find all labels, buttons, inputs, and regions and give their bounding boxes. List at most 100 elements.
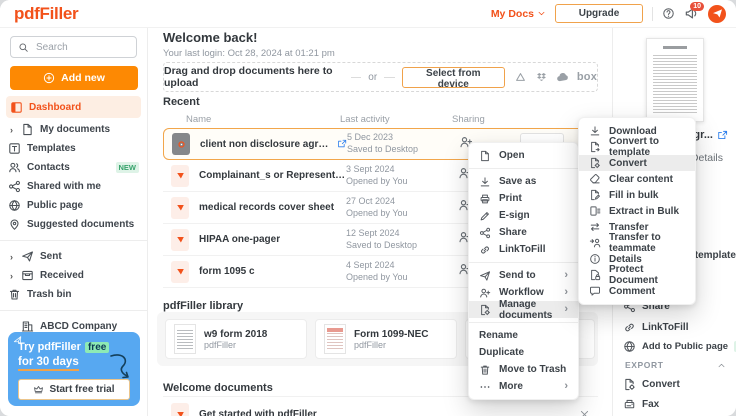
library-card[interactable]: Form 1099-NEC pdfFiller	[315, 319, 457, 359]
crown-icon	[33, 384, 44, 395]
globe-icon	[8, 199, 21, 212]
person-plus-icon	[479, 287, 491, 299]
context-menu-item[interactable]: Send to ›	[469, 267, 578, 284]
search-input[interactable]	[34, 41, 129, 54]
search-box[interactable]	[10, 36, 137, 58]
pdffiller-logo: pdfFiller	[14, 4, 78, 24]
document-thumbnail	[174, 324, 196, 354]
add-new-label: Add new	[61, 72, 105, 84]
sidebar-item[interactable]: Contacts NEW	[0, 158, 147, 177]
paper-plane-icon	[712, 8, 723, 19]
context-menu-item[interactable]: Share	[469, 224, 578, 241]
expand-chevron-icon[interactable]: ›	[8, 271, 15, 281]
document-tile-icon	[171, 229, 189, 251]
sidebar-nav: Dashboard › My documents Templates Conta…	[0, 96, 147, 336]
avatar[interactable]	[708, 5, 726, 23]
sidebar-item-label: ABCD Company	[40, 321, 117, 332]
sidebar-item-label: Dashboard	[29, 102, 81, 113]
context-menu-item[interactable]: E-sign	[469, 207, 578, 224]
panel-action-item[interactable]: Fax	[623, 394, 732, 414]
my-docs-menu[interactable]: My Docs	[491, 8, 546, 20]
free-trial-promo-card: Try pdfFiller free for 30 days Start fre…	[8, 332, 140, 406]
upload-dropzone[interactable]: Drag and drop documents here to upload o…	[163, 62, 598, 92]
document-context-menu: Open Save as Print E-sign	[468, 142, 579, 400]
globe-icon	[623, 340, 636, 353]
document-name: Complainant_s or Representative_s Signat…	[199, 170, 346, 181]
notification-badge: 10	[690, 2, 704, 11]
sidebar-item[interactable]: Templates	[0, 139, 147, 158]
close-icon[interactable]	[579, 409, 590, 416]
drag-drop-label: Drag and drop documents here to upload	[164, 65, 344, 89]
submenu-item[interactable]: Fill in bulk	[579, 187, 695, 203]
sidebar-item[interactable]: Trash bin	[0, 285, 147, 304]
expand-chevron-icon[interactable]: ›	[8, 252, 15, 262]
context-menu-item[interactable]: Print	[469, 190, 578, 207]
select-from-device-button[interactable]: Select from device	[402, 67, 505, 88]
help-icon[interactable]	[662, 7, 675, 20]
context-menu-item[interactable]: Rename	[469, 327, 578, 344]
context-menu-item[interactable]: Move to Trash	[469, 361, 578, 378]
submenu-item[interactable]: Clear content	[579, 171, 695, 187]
sidebar-item[interactable]: › Sent	[0, 247, 147, 266]
context-menu-item[interactable]: LinkToFill	[469, 241, 578, 258]
expand-chevron-icon[interactable]: ›	[8, 125, 15, 135]
context-menu-item[interactable]: Open	[469, 147, 578, 164]
external-link-icon[interactable]	[717, 130, 728, 141]
document-tile-icon	[171, 165, 189, 187]
context-menu-item[interactable]: Manage documents ›	[469, 301, 578, 318]
context-menu-item[interactable]: More ›	[469, 378, 578, 395]
doc-icon	[479, 150, 491, 162]
pin-icon	[8, 218, 21, 231]
share-icon	[8, 180, 21, 193]
doc-gear-icon	[479, 304, 491, 316]
submenu-item[interactable]: Extract in Bulk	[579, 203, 695, 219]
cloud-provider-button[interactable]: box	[577, 71, 597, 83]
arrow-person-icon	[589, 237, 601, 249]
sidebar-item[interactable]: › Received	[0, 266, 147, 285]
cloud-provider-button[interactable]	[535, 71, 548, 84]
document-preview-thumbnail[interactable]	[646, 38, 704, 122]
trash-icon	[479, 364, 491, 376]
header-divider	[652, 7, 653, 21]
external-link-icon[interactable]	[337, 139, 347, 149]
panel-action-item[interactable]: Add to Public page NEW	[623, 340, 732, 353]
chevron-right-icon: ›	[564, 287, 568, 298]
last-activity-cell: 27 Oct 2024 Opened by You	[346, 196, 458, 219]
context-menu-item[interactable]: Duplicate	[469, 344, 578, 361]
sidebar-item[interactable]: Public page	[0, 196, 147, 215]
manage-documents-submenu: Download Convert to template Convert Cle…	[578, 117, 696, 305]
sidebar-item[interactable]: Shared with me	[0, 177, 147, 196]
upgrade-button[interactable]: Upgrade	[555, 4, 643, 23]
extract-icon	[589, 205, 601, 217]
sidebar-item[interactable]: › My documents	[0, 120, 147, 139]
library-card[interactable]: w9 form 2018 pdfFiller	[165, 319, 307, 359]
start-free-trial-button[interactable]: Start free trial	[18, 379, 130, 400]
submenu-item[interactable]: Protect Document	[579, 267, 695, 283]
panel-action-item[interactable]: Convert	[623, 374, 732, 394]
submenu-item[interactable]: Transfer to teammate	[579, 235, 695, 251]
doc-arrow-icon	[589, 141, 601, 153]
context-menu-item[interactable]: Save as	[469, 173, 578, 190]
plane-icon	[21, 250, 34, 263]
cloud-provider-button[interactable]	[556, 71, 569, 84]
last-activity-cell: 12 Sept 2024 Saved to Desktop	[346, 228, 458, 251]
notifications-button[interactable]: 10	[684, 6, 699, 21]
pdfmark-icon	[175, 266, 186, 277]
sidebar-item[interactable]: Dashboard	[6, 96, 141, 118]
document-name: client non disclosure agreement	[200, 139, 333, 150]
sidebar-divider	[0, 310, 147, 311]
add-new-button[interactable]: Add new	[10, 66, 138, 90]
info-icon	[589, 253, 601, 265]
cloud-provider-button[interactable]	[514, 71, 527, 84]
chevron-right-icon: ›	[564, 381, 568, 392]
sidebar-item-label: Received	[40, 270, 84, 281]
document-name: medical records cover sheet	[199, 202, 334, 213]
sidebar-item[interactable]: Suggested documents	[0, 215, 147, 234]
pen-icon	[479, 210, 491, 222]
chevron-up-icon[interactable]	[717, 361, 726, 370]
last-activity-cell: 4 Sept 2024 Opened by You	[346, 260, 458, 283]
doc-lock-icon	[589, 269, 601, 281]
panel-action-item[interactable]: LinkToFill	[623, 321, 732, 334]
link-icon	[479, 244, 491, 256]
submenu-item[interactable]: Convert to template	[579, 139, 695, 155]
